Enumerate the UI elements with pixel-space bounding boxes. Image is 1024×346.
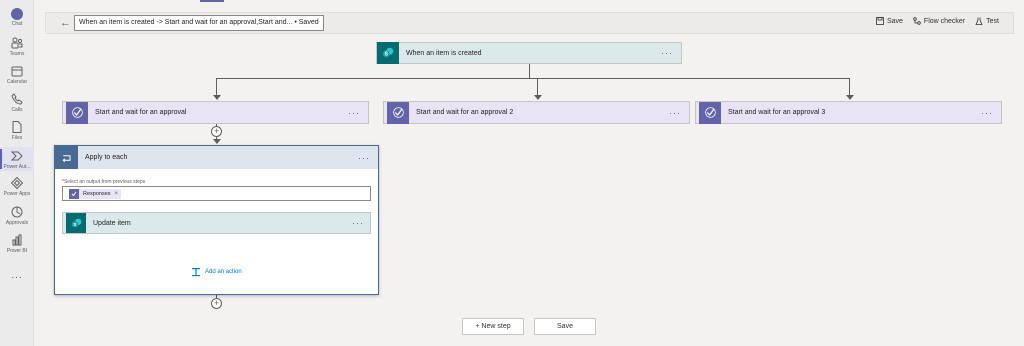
flow-checker-icon — [913, 17, 921, 25]
more-options-icon[interactable]: ··· — [669, 108, 681, 118]
rail-item-label: Power BI — [6, 248, 28, 254]
rail-item-label: Files — [11, 135, 23, 141]
responses-token[interactable]: Responses × — [69, 189, 122, 199]
more-options-icon[interactable]: ··· — [348, 108, 360, 118]
more-options-icon[interactable]: ··· — [352, 218, 364, 228]
more-options-icon[interactable]: ··· — [358, 153, 370, 163]
chat-icon — [11, 8, 23, 20]
designer-toolbar: ← When an item is created -> Start and w… — [45, 12, 1014, 34]
rail-item-chat[interactable]: Chat — [0, 6, 34, 28]
rail-item-teams[interactable]: Teams — [0, 36, 34, 58]
flow-title-breadcrumb[interactable]: When an item is created -> Start and wai… — [74, 15, 324, 31]
approval-icon — [387, 101, 409, 124]
connector-arrowhead — [533, 95, 542, 100]
insert-step-button[interactable]: + — [211, 298, 222, 309]
approval-icon — [69, 189, 79, 199]
more-apps-button[interactable]: ... — [0, 270, 34, 281]
approval-card-title: Start and wait for an approval 3 — [728, 109, 826, 116]
flow-checker-button[interactable]: Flow checker — [913, 17, 965, 25]
calendar-icon — [11, 66, 23, 77]
new-step-button[interactable]: + New step — [462, 318, 524, 335]
calls-icon — [11, 93, 23, 105]
sharepoint-icon: S — [66, 213, 86, 233]
rail-item-approvals[interactable]: Approvals — [0, 205, 34, 227]
approval-card-1[interactable]: Start and wait for an approval ··· — [62, 101, 369, 124]
approval-card-title: Start and wait for an approval — [95, 109, 187, 116]
test-button[interactable]: Test — [975, 17, 999, 25]
rail-item-power-automate[interactable]: Power Aut... — [0, 147, 34, 171]
rail-item-calls[interactable]: Calls — [0, 92, 34, 114]
power-apps-icon — [10, 176, 24, 190]
token-label: Responses — [83, 191, 111, 197]
rail-item-power-bi[interactable]: Power BI — [0, 233, 34, 255]
connector-line — [849, 78, 850, 95]
back-arrow-icon[interactable]: ← — [60, 17, 72, 29]
connector-arrowhead — [845, 95, 854, 100]
update-item-card[interactable]: S Update item ··· — [62, 212, 371, 234]
approval-icon — [699, 101, 721, 124]
loop-icon — [55, 146, 78, 169]
add-action-icon — [192, 268, 200, 277]
connector-arrowhead — [212, 139, 221, 144]
approval-card-2[interactable]: Start and wait for an approval 2 ··· — [383, 101, 690, 124]
rail-item-power-apps[interactable]: Power Apps — [0, 176, 34, 198]
save-icon — [876, 17, 884, 25]
update-item-title: Update item — [93, 219, 131, 227]
trigger-title: When an item is created — [406, 49, 482, 57]
add-action-link[interactable]: Add an action — [191, 267, 242, 277]
trigger-card[interactable]: S When an item is created ··· — [376, 42, 682, 64]
approvals-icon — [11, 206, 23, 218]
connector-arrowhead — [212, 95, 221, 100]
rail-item-files[interactable]: Files — [0, 120, 34, 142]
rail-item-label: Approvals — [5, 220, 29, 226]
rail-item-label: Power Apps — [3, 191, 31, 197]
output-select-field[interactable]: Responses × — [62, 186, 371, 201]
connector-line — [529, 64, 530, 78]
apply-to-each-container: Apply to each ··· *Select an output from… — [54, 145, 379, 295]
approval-card-title: Start and wait for an approval 2 — [416, 109, 514, 116]
connector-line — [537, 78, 538, 95]
more-options-icon[interactable]: ··· — [661, 48, 673, 58]
apply-to-each-header[interactable]: Apply to each ··· — [55, 146, 378, 169]
test-label: Test — [986, 17, 999, 25]
rail-item-label: Calls — [11, 107, 23, 113]
remove-token-icon[interactable]: × — [115, 191, 119, 197]
apply-to-each-title: Apply to each — [85, 154, 128, 161]
files-icon — [12, 121, 22, 133]
app-rail: Chat Teams Calendar Calls Files Power Au… — [0, 0, 34, 346]
rail-item-calendar[interactable]: Calendar — [0, 64, 34, 86]
approval-card-3[interactable]: Start and wait for an approval 3 ··· — [695, 101, 1002, 124]
save-toolbar-label: Save — [886, 17, 903, 25]
rail-item-label: Chat — [11, 21, 23, 27]
rail-item-label: Teams — [9, 51, 25, 57]
svg-text:S: S — [384, 52, 388, 58]
more-options-icon[interactable]: ··· — [981, 108, 993, 118]
teams-icon — [11, 37, 23, 49]
add-action-label: Add an action — [205, 269, 242, 275]
flow-checker-label: Flow checker — [923, 17, 966, 25]
connector-line — [216, 78, 217, 95]
rail-item-label: Power Aut... — [3, 164, 31, 170]
power-automate-icon — [10, 151, 23, 161]
rail-item-label: Calendar — [6, 79, 28, 85]
connector-line — [216, 78, 850, 79]
test-flask-icon — [975, 17, 983, 25]
save-toolbar-button[interactable]: Save — [876, 17, 903, 25]
output-field-label: *Select an output from previous steps — [62, 179, 146, 185]
toolbar-actions: Save Flow checker Test — [876, 17, 999, 25]
active-tab-indicator — [200, 0, 224, 2]
save-button[interactable]: Save — [534, 318, 596, 335]
sharepoint-icon: S — [377, 42, 399, 64]
insert-step-button[interactable]: + — [211, 126, 222, 137]
approval-icon — [66, 101, 88, 124]
power-bi-icon — [12, 234, 22, 246]
